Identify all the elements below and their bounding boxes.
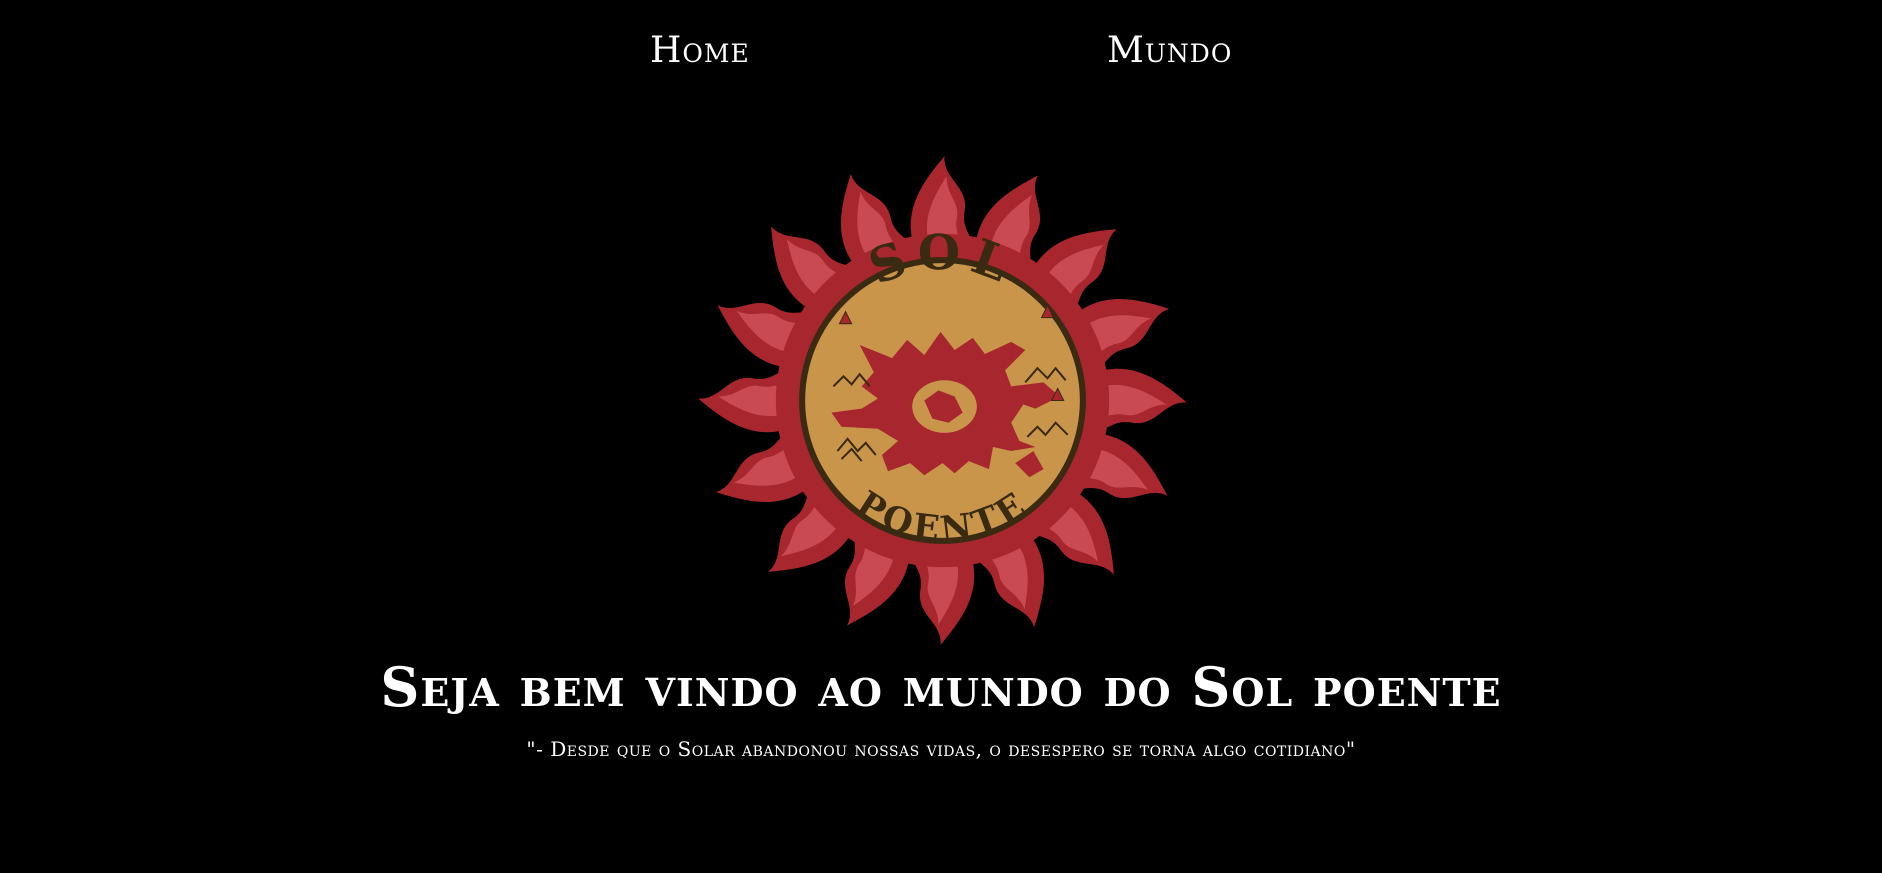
sol-poente-logo: SOL POENTE	[690, 148, 1195, 653]
sun-seal-emblem: SOL POENTE	[698, 156, 1187, 645]
page-title: Seja bem vindo ao mundo do Sol poente	[380, 655, 1502, 719]
main-nav: Home Mundo	[0, 30, 1882, 86]
nav-link-mundo[interactable]: Mundo	[1107, 30, 1232, 71]
tagline-quote: "- Desde que o Solar abandonou nossas vi…	[526, 737, 1356, 761]
page: Home Mundo SOL POENTE Seja bem vindo ao …	[0, 0, 1882, 873]
nav-link-home[interactable]: Home	[650, 30, 750, 71]
